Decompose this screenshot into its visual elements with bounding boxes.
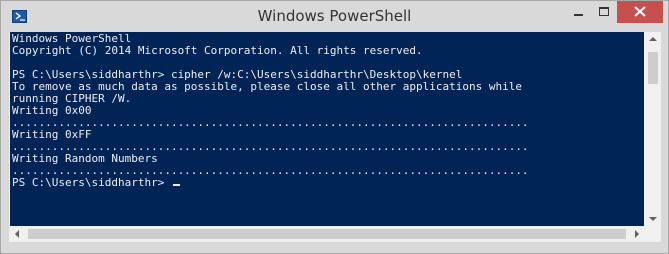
text-cursor	[172, 184, 180, 186]
resize-grip[interactable]	[645, 226, 661, 242]
maximize-button[interactable]	[591, 1, 617, 23]
minimize-icon	[574, 14, 583, 16]
scroll-left-arrow-icon[interactable]	[15, 230, 19, 238]
close-button[interactable]	[617, 1, 663, 23]
vertical-scrollbar[interactable]	[645, 32, 661, 226]
prompt-text: PS C:\Users\siddharthr>	[12, 176, 171, 189]
close-icon	[634, 6, 646, 17]
horizontal-scrollbar[interactable]	[10, 226, 644, 242]
console-output[interactable]: Windows PowerShell Copyright (C) 2014 Mi…	[10, 32, 644, 226]
scroll-right-arrow-icon[interactable]	[635, 230, 639, 238]
maximize-icon	[599, 7, 609, 16]
console-frame: Windows PowerShell Copyright (C) 2014 Mi…	[9, 32, 661, 242]
horizontal-scroll-thumb[interactable]	[28, 229, 626, 239]
title-bar[interactable]: Windows PowerShell	[1, 1, 668, 32]
powershell-window: Windows PowerShell Windows PowerShell Co…	[0, 0, 669, 254]
prompt-line[interactable]: PS C:\Users\siddharthr>	[12, 177, 180, 189]
scroll-up-arrow-icon[interactable]	[649, 37, 657, 41]
vertical-scroll-thumb[interactable]	[648, 52, 658, 84]
minimize-button[interactable]	[565, 1, 591, 23]
console-line: Copyright (C) 2014 Microsoft Corporation…	[12, 44, 423, 57]
scroll-down-arrow-icon[interactable]	[649, 217, 657, 221]
powershell-icon[interactable]	[12, 10, 27, 23]
